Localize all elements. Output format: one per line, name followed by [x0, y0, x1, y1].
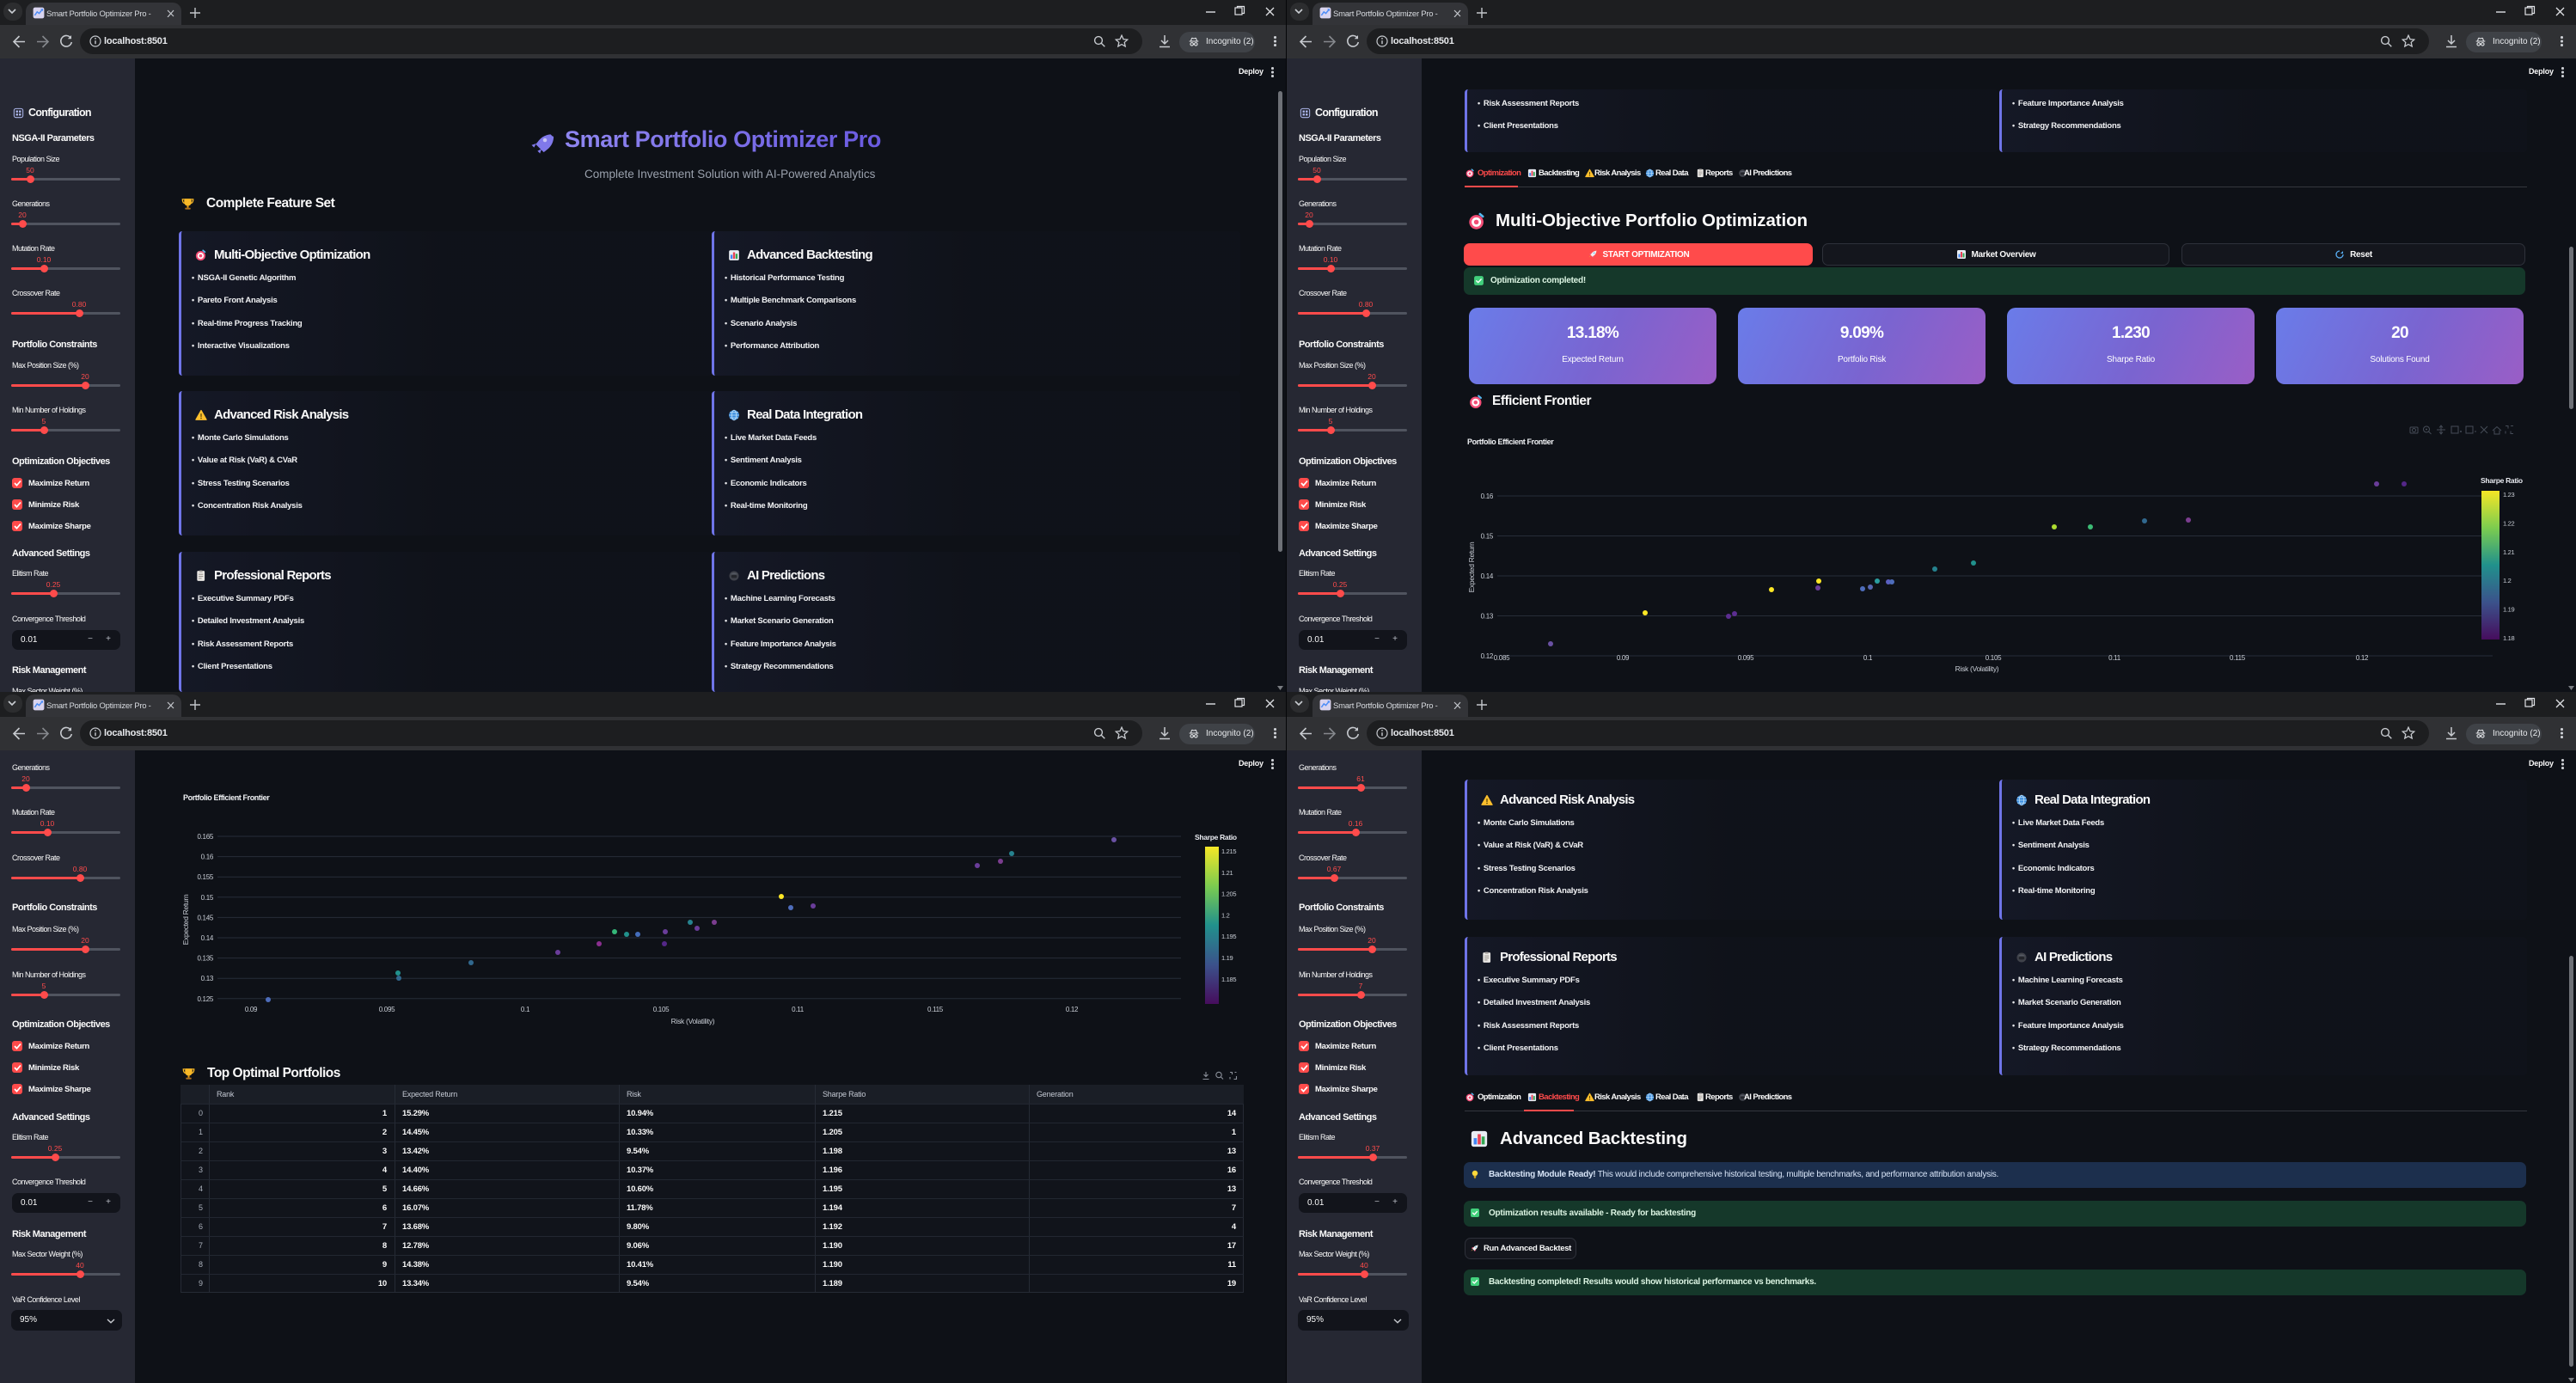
svg-text:0.12: 0.12 — [2356, 654, 2369, 662]
svg-text:0.15: 0.15 — [201, 894, 214, 902]
svg-text:1.21: 1.21 — [2503, 548, 2515, 556]
svg-text:Expected Return: Expected Return — [181, 894, 190, 945]
svg-text:1.195: 1.195 — [1221, 933, 1236, 940]
svg-text:0.125: 0.125 — [197, 995, 213, 1003]
svg-text:1.185: 1.185 — [1221, 976, 1236, 983]
svg-text:0.16: 0.16 — [201, 854, 214, 861]
svg-text:Expected Return: Expected Return — [1467, 542, 1476, 592]
svg-text:1.19: 1.19 — [1221, 954, 1233, 962]
svg-text:Risk (Volatility): Risk (Volatility) — [671, 1017, 715, 1025]
svg-text:1.19: 1.19 — [2503, 606, 2515, 614]
svg-text:0.105: 0.105 — [1986, 654, 2002, 662]
svg-text:1.2: 1.2 — [1221, 911, 1230, 919]
svg-text:1.215: 1.215 — [1221, 848, 1236, 855]
svg-text:0.16: 0.16 — [1481, 493, 1494, 500]
svg-text:0.085: 0.085 — [1494, 654, 1510, 662]
svg-text:0.12: 0.12 — [1481, 652, 1494, 660]
svg-text:Sharpe Ratio: Sharpe Ratio — [1195, 833, 1237, 841]
svg-text:0.1: 0.1 — [1863, 654, 1873, 662]
svg-text:0.115: 0.115 — [927, 1006, 944, 1013]
svg-text:1.2: 1.2 — [2503, 577, 2512, 584]
svg-text:0.13: 0.13 — [1481, 613, 1494, 621]
svg-text:0.13: 0.13 — [201, 975, 214, 982]
svg-text:1.23: 1.23 — [2503, 491, 2515, 499]
svg-text:1.22: 1.22 — [2503, 519, 2515, 527]
svg-text:0.155: 0.155 — [197, 873, 213, 881]
svg-text:0.11: 0.11 — [2108, 654, 2121, 662]
svg-text:0.095: 0.095 — [379, 1006, 395, 1013]
svg-text:0.14: 0.14 — [201, 934, 214, 942]
svg-text:0.145: 0.145 — [197, 914, 213, 921]
svg-text:0.09: 0.09 — [245, 1006, 258, 1013]
svg-text:0.15: 0.15 — [1481, 533, 1494, 541]
svg-text:0.14: 0.14 — [1481, 572, 1494, 580]
svg-text:1.21: 1.21 — [1221, 869, 1233, 877]
svg-text:Sharpe Ratio: Sharpe Ratio — [2481, 476, 2523, 485]
svg-text:0.165: 0.165 — [197, 833, 213, 841]
svg-text:0.135: 0.135 — [197, 955, 213, 963]
svg-text:0.11: 0.11 — [792, 1006, 805, 1013]
svg-text:0.12: 0.12 — [1066, 1006, 1079, 1013]
svg-text:Risk (Volatility): Risk (Volatility) — [1955, 664, 1999, 673]
svg-text:1.18: 1.18 — [2503, 634, 2515, 642]
svg-text:0.1: 0.1 — [521, 1006, 530, 1013]
svg-text:0.115: 0.115 — [2230, 654, 2246, 662]
svg-text:0.09: 0.09 — [1617, 654, 1630, 662]
svg-text:0.105: 0.105 — [653, 1006, 670, 1013]
svg-text:1.205: 1.205 — [1221, 890, 1236, 898]
svg-text:0.095: 0.095 — [1738, 654, 1754, 662]
